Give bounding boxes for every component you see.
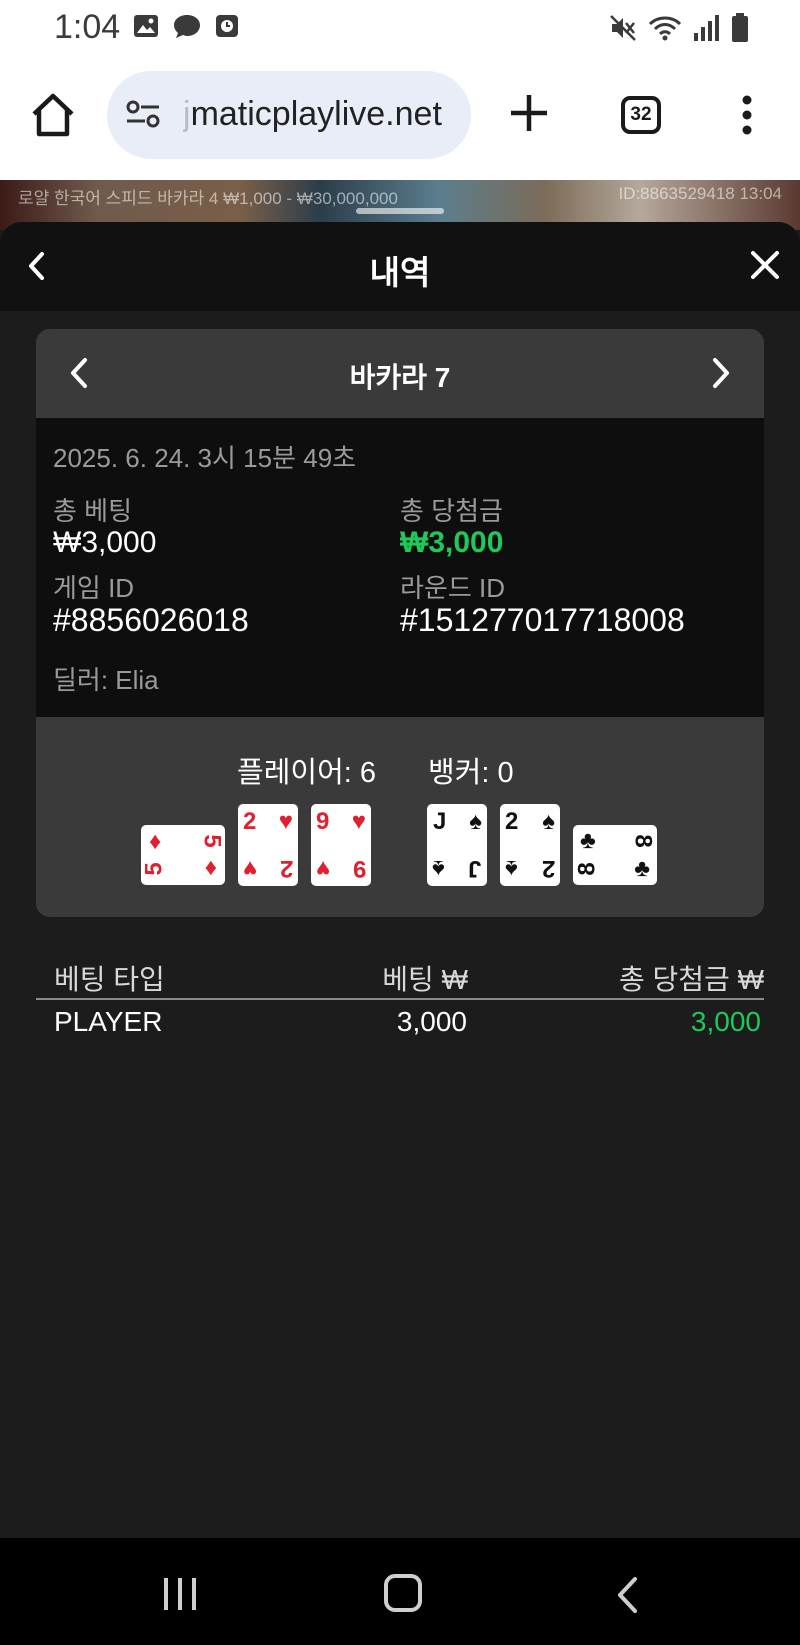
- player-score: 플레이어: 6: [237, 757, 376, 789]
- banker-card-3: ♣ 8 8 ♣: [573, 825, 657, 885]
- close-icon[interactable]: [748, 248, 782, 282]
- table-info-text: 로얄 한국어 스피드 바카라 4 ₩1,000 - ₩30,000,000: [18, 189, 398, 208]
- browser-toolbar: jmaticplaylive.net 32: [0, 56, 800, 180]
- card-suit-club-icon: ♣: [580, 827, 596, 854]
- card-suit-heart-icon: ♥: [316, 855, 331, 882]
- address-bar[interactable]: jmaticplaylive.net: [107, 71, 471, 159]
- round-date: 2025. 6. 24. 3시 15분 49초: [53, 443, 357, 473]
- next-round-icon[interactable]: [708, 355, 734, 391]
- round-summary: 2025. 6. 24. 3시 15분 49초 총 베팅 ₩3,000 총 당첨…: [36, 418, 764, 717]
- status-time: 1:04: [54, 8, 121, 46]
- new-tab-icon[interactable]: [508, 92, 550, 134]
- card-rank: 8: [573, 862, 601, 876]
- bet-row-type: PLAYER: [54, 1006, 163, 1037]
- game-id-label: 게임 ID: [53, 573, 135, 603]
- banker-card-2: 2 ♠ ♠ 2: [500, 804, 560, 886]
- card-suit-diamond-icon: ♦: [204, 854, 217, 881]
- card-rank: J: [433, 808, 447, 835]
- status-bar: 1:04: [0, 0, 800, 56]
- chat-bubble-icon: [174, 15, 200, 38]
- system-navigation-bar: [0, 1538, 800, 1645]
- home-icon[interactable]: [30, 92, 76, 138]
- image-icon: [134, 15, 158, 37]
- card-results: 플레이어: 6 뱅커: 0 ♦ 5 5 ♦ 2 ♥ ♥ 2 9 ♥ ♥ 9 J …: [36, 717, 764, 917]
- mute-icon: [610, 15, 636, 41]
- clock-badge-icon: [216, 15, 238, 37]
- back-icon[interactable]: [614, 1576, 640, 1614]
- card-suit-spade-icon: ♠: [542, 808, 555, 835]
- banker-card-1: J ♠ ♠ J: [427, 804, 487, 886]
- recent-apps-icon[interactable]: [162, 1576, 198, 1612]
- round-navigator: 바카라 7: [36, 329, 764, 418]
- card-rank: 9: [352, 855, 366, 882]
- total-bet-value: ₩3,000: [53, 526, 157, 559]
- card-suit-heart-icon: ♥: [351, 808, 366, 835]
- card-suit-heart-icon: ♥: [243, 855, 258, 882]
- card-suit-diamond-icon: ♦: [149, 828, 162, 855]
- player-card-3: 9 ♥ ♥ 9: [311, 804, 371, 886]
- history-sheet: 내역 바카라 7 2025. 6. 24. 3시 15분 49초 총 베팅 ₩3…: [0, 222, 800, 1538]
- card-suit-spade-icon: ♠: [432, 855, 445, 882]
- site-settings-icon[interactable]: [125, 99, 161, 129]
- round-game-title: 바카라 7: [349, 362, 451, 393]
- wifi-icon: [648, 16, 682, 41]
- bet-row-amount: 3,000: [396, 1006, 467, 1037]
- home-button[interactable]: [384, 1574, 422, 1612]
- table-divider: [36, 998, 764, 1000]
- bet-row-win: 3,000: [690, 1006, 761, 1037]
- notification-icons: [132, 12, 240, 40]
- card-rank: 5: [198, 834, 226, 848]
- column-total-win: 총 당첨금 ₩: [618, 964, 764, 995]
- card-suit-spade-icon: ♠: [469, 808, 482, 835]
- url-text: jmaticplaylive.net: [183, 95, 463, 134]
- column-bet-type: 베팅 타입: [54, 964, 165, 995]
- sheet-header: 내역: [0, 222, 800, 311]
- game-id-value: #8856026018: [53, 602, 249, 638]
- player-card-2: 2 ♥ ♥ 2: [238, 804, 298, 886]
- system-icons: [608, 12, 750, 44]
- game-id-time: ID:8863529418 13:04: [618, 184, 782, 203]
- card-suit-club-icon: ♣: [634, 855, 650, 882]
- card-rank: 2: [541, 855, 555, 882]
- card-rank: J: [467, 855, 481, 882]
- total-bet-label: 총 베팅: [53, 496, 132, 526]
- sheet-drag-handle[interactable]: [356, 208, 444, 214]
- card-rank: 9: [316, 808, 330, 835]
- total-win-label: 총 당첨금: [400, 496, 503, 526]
- more-menu-icon[interactable]: [740, 94, 754, 136]
- card-suit-spade-icon: ♠: [505, 855, 518, 882]
- url-domain: maticplaylive.net: [190, 95, 442, 133]
- round-id-value: #151277017718008: [400, 602, 685, 638]
- card-rank: 8: [629, 834, 657, 848]
- card-rank: 2: [279, 855, 293, 882]
- round-id-label: 라운드 ID: [400, 573, 505, 603]
- url-fade: j: [183, 95, 191, 133]
- player-card-1: ♦ 5 5 ♦: [141, 825, 225, 885]
- dealer-name: 딜러: Elia: [53, 665, 159, 695]
- card-rank: 2: [243, 808, 257, 835]
- battery-icon: [732, 13, 748, 42]
- tab-switcher-button[interactable]: 32: [621, 96, 661, 134]
- round-detail-card: 바카라 7 2025. 6. 24. 3시 15분 49초 총 베팅 ₩3,00…: [36, 329, 764, 917]
- total-win-value: ₩3,000: [400, 526, 504, 559]
- banker-score: 뱅커: 0: [428, 757, 514, 789]
- signal-icon: [694, 15, 719, 41]
- card-suit-heart-icon: ♥: [278, 808, 293, 835]
- sheet-title: 내역: [369, 254, 431, 291]
- column-bet-amount: 베팅 ₩: [382, 964, 468, 995]
- card-rank: 5: [140, 862, 168, 876]
- card-rank: 2: [505, 808, 519, 835]
